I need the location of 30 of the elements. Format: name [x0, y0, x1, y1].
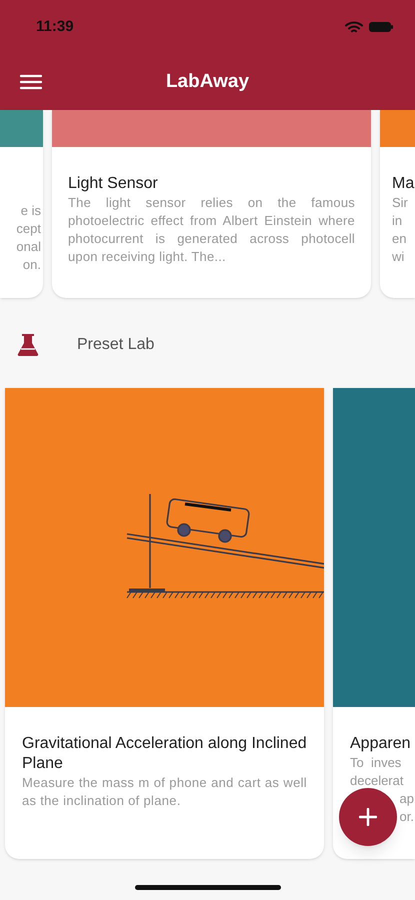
status-time: 11:39 — [36, 16, 74, 37]
description-text: Sir — [392, 194, 409, 212]
sensor-card[interactable]: Light Sensor The light sensor relies on the famous photoelectric effect from Albert Einstein where photocurrent is generated across photocell upon receiving light. The... — [52, 110, 371, 298]
description-text: en — [392, 230, 408, 248]
description-text: decelerat — [350, 772, 404, 790]
menu-icon — [20, 74, 42, 90]
card-title: Gravitational Acceleration along Inclined Plane — [22, 734, 307, 774]
description-text: ap — [400, 790, 415, 808]
card-title: Apparen — [350, 734, 412, 754]
description-text: wi — [392, 248, 406, 266]
card-description: The light sensor relies on the famous photoelectric effect from Albert Einstein where photocurrent is generated across photocell upon receiving light. The... — [68, 194, 355, 266]
app-title: LabAway — [166, 70, 250, 94]
sensor-card[interactable]: Ma Sir in en wi — [380, 110, 415, 298]
description-text: To inves — [350, 754, 402, 772]
description-text: cept — [16, 220, 41, 238]
description-text: e is — [20, 202, 41, 220]
plus-icon — [359, 808, 377, 826]
description-text: in — [392, 212, 404, 230]
lab-card[interactable]: Gravitational Acceleration along Inclined Plane Measure the mass m of phone and cart as well as the inclination of plane. — [5, 388, 324, 859]
card-description: Measure the mass m of phone and cart as well as the inclination of plane. — [22, 774, 307, 810]
section-title: Preset Lab — [77, 335, 154, 355]
description-text: onal — [16, 238, 41, 256]
description-text: or. — [400, 808, 415, 826]
battery-icon — [369, 21, 393, 33]
card-title: Light Sensor — [68, 174, 159, 194]
description-text: on. — [22, 256, 41, 274]
wifi-icon — [345, 20, 363, 34]
lab-card[interactable]: Apparen To inves decelerat ap or. — [333, 388, 415, 859]
card-title: Ma — [392, 174, 415, 194]
flask-icon — [17, 333, 39, 357]
